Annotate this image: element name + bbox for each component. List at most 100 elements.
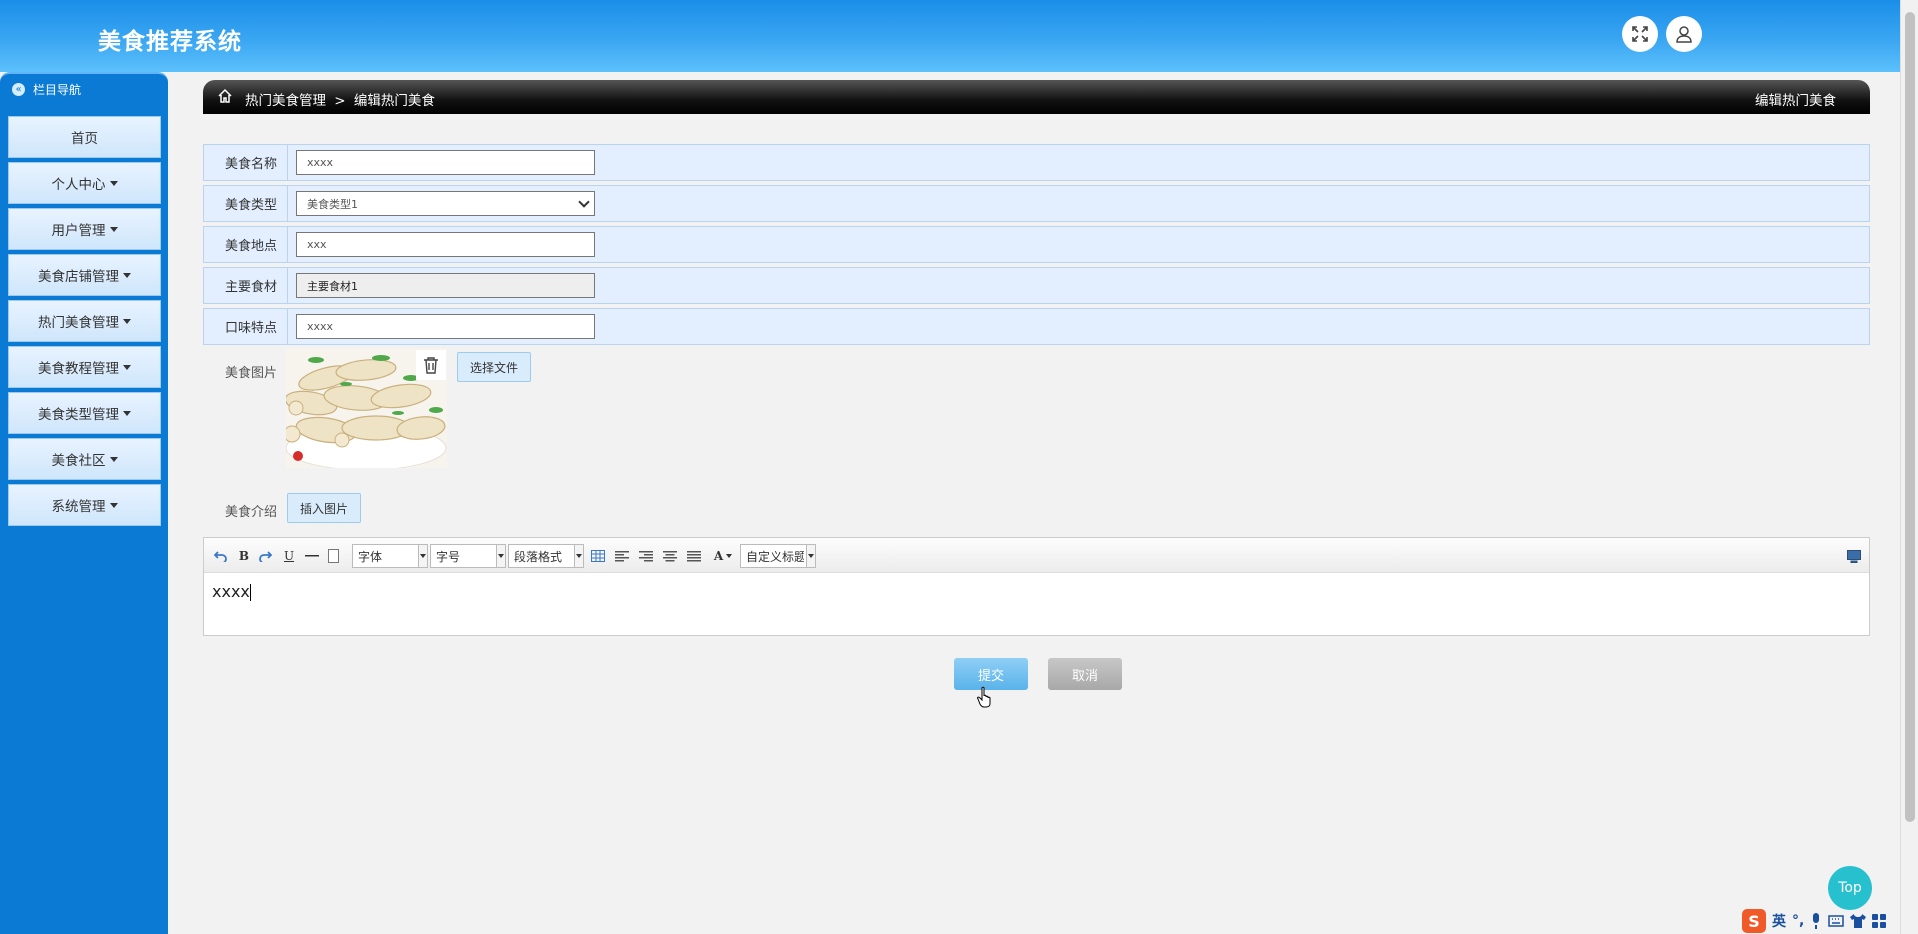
ingredient-input[interactable]: 主要食材1 [296, 273, 595, 298]
dropdown-arrow-icon [418, 545, 427, 567]
undo-icon [214, 551, 227, 562]
text-cursor [249, 584, 251, 601]
monitor-icon [1847, 549, 1861, 563]
user-button[interactable] [1666, 16, 1702, 52]
name-input[interactable]: xxxx [296, 150, 595, 175]
sidebar-item-personal-center[interactable]: 个人中心 [8, 162, 161, 204]
underline-button[interactable]: U [282, 545, 296, 567]
align-left-icon [615, 550, 629, 561]
app-title: 美食推荐系统 [98, 29, 242, 55]
chevron-down-icon [578, 195, 590, 208]
dropdown-arrow-icon [574, 545, 583, 567]
page-title: 编辑热门美食 [1755, 93, 1836, 109]
rich-text-editor: B U 字体 字号 段落格式 A 自定义标题 xxxx [203, 537, 1870, 636]
taste-label: 口味特点 [204, 309, 288, 344]
sidebar-item-user-management[interactable]: 用户管理 [8, 208, 161, 250]
sidebar-item-system-management[interactable]: 系统管理 [8, 484, 161, 526]
page-scrollbar[interactable] [1900, 0, 1918, 934]
keyboard-icon[interactable] [1828, 915, 1845, 927]
caret-down-icon [109, 502, 118, 508]
taste-input[interactable]: xxxx [296, 314, 595, 339]
top-header: 美食推荐系统 [0, 0, 1900, 72]
breadcrumb: 热门美食管理 > 编辑热门美食 编辑热门美食 [203, 80, 1870, 114]
delete-image-button[interactable] [416, 350, 446, 380]
form-row-ingredient: 主要食材 主要食材1 [203, 267, 1870, 304]
punctuation-icon[interactable]: °, [1792, 913, 1804, 929]
trash-icon [424, 357, 438, 374]
align-left-button[interactable] [614, 545, 630, 567]
sidebar-item-label: 个人中心 [51, 177, 106, 193]
intro-label: 美食介绍 [225, 505, 278, 520]
hand-cursor-icon [977, 686, 991, 708]
document-icon [327, 549, 339, 563]
editor-toolbar: B U 字体 字号 段落格式 A 自定义标题 [204, 538, 1869, 573]
editor-text: xxxx [212, 582, 250, 601]
sidebar-item-label: 美食类型管理 [38, 407, 119, 423]
undo-button[interactable] [212, 545, 230, 567]
align-center-button[interactable] [662, 545, 678, 567]
table-icon [591, 550, 605, 562]
location-input[interactable]: xxx [296, 232, 595, 257]
apps-grid-icon[interactable] [1872, 914, 1887, 928]
sidebar-item-label: 首页 [71, 131, 98, 147]
font-family-select[interactable]: 字体 [352, 544, 428, 568]
source-view-button[interactable] [1845, 545, 1863, 567]
sidebar-item-label: 美食店铺管理 [38, 269, 119, 285]
sidebar-item-type-management[interactable]: 美食类型管理 [8, 392, 161, 434]
sidebar-item-label: 热门美食管理 [38, 315, 119, 331]
font-color-icon: A [713, 549, 724, 563]
sidebar-item-label: 系统管理 [51, 499, 106, 515]
align-justify-button[interactable] [686, 545, 702, 567]
caret-down-icon [123, 272, 131, 278]
type-label: 美食类型 [204, 186, 288, 221]
form-row-type: 美食类型 美食类型1 [203, 185, 1870, 222]
paragraph-format-select[interactable]: 段落格式 [508, 544, 584, 568]
breadcrumb-section[interactable]: 热门美食管理 [245, 93, 326, 109]
insert-image-button[interactable]: 插入图片 [287, 493, 361, 523]
breadcrumb-page: 编辑热门美食 [353, 93, 435, 109]
form-row-location: 美食地点 xxx [203, 226, 1870, 263]
document-button[interactable] [326, 545, 340, 567]
sidebar-item-tutorial-management[interactable]: 美食教程管理 [8, 346, 161, 388]
font-size-select[interactable]: 字号 [430, 544, 506, 568]
redo-icon [259, 551, 272, 562]
scrollbar-thumb[interactable] [1905, 12, 1915, 822]
redo-button[interactable] [256, 545, 274, 567]
sidebar-item-shop-management[interactable]: 美食店铺管理 [8, 254, 161, 296]
align-center-icon [663, 550, 677, 561]
custom-title-select[interactable]: 自定义标题 [740, 544, 816, 568]
caret-down-icon [109, 226, 118, 232]
table-button[interactable] [590, 545, 606, 567]
bold-button[interactable]: B [236, 545, 252, 567]
ime-toolbar: S 英 °, [1742, 908, 1887, 934]
caret-down-icon [123, 318, 131, 324]
font-color-button[interactable]: A [710, 545, 736, 567]
sogou-logo-icon[interactable]: S [1742, 909, 1766, 933]
sidebar-item-community[interactable]: 美食社区 [8, 438, 161, 480]
sidebar-item-label: 美食教程管理 [38, 361, 119, 377]
caret-down-icon [123, 364, 131, 370]
horizontal-rule-button[interactable] [304, 545, 320, 567]
skin-shirt-icon[interactable] [1850, 914, 1867, 928]
align-justify-icon [687, 550, 701, 561]
sidebar-item-home[interactable]: 首页 [8, 116, 161, 158]
back-to-top-button[interactable]: Top [1828, 866, 1872, 910]
choose-file-button[interactable]: 选择文件 [457, 352, 531, 382]
font-size-label: 字号 [436, 549, 461, 564]
collapse-icon[interactable]: « [12, 82, 25, 96]
microphone-icon[interactable] [1810, 913, 1822, 929]
fullscreen-button[interactable] [1622, 16, 1658, 52]
ime-language[interactable]: 英 [1772, 911, 1786, 931]
ingredient-label: 主要食材 [204, 268, 288, 303]
caret-down-icon [123, 410, 131, 416]
cancel-button[interactable]: 取消 [1048, 658, 1122, 690]
dropdown-arrow-icon [806, 545, 815, 567]
type-select[interactable]: 美食类型1 [296, 191, 595, 216]
user-icon [1676, 26, 1692, 43]
editor-content[interactable]: xxxx [212, 582, 251, 601]
align-right-button[interactable] [638, 545, 654, 567]
location-label: 美食地点 [204, 227, 288, 262]
sidebar-item-hot-food-management[interactable]: 热门美食管理 [8, 300, 161, 342]
home-icon[interactable] [217, 88, 233, 104]
sidebar-heading-label: 栏目导航 [33, 82, 82, 97]
